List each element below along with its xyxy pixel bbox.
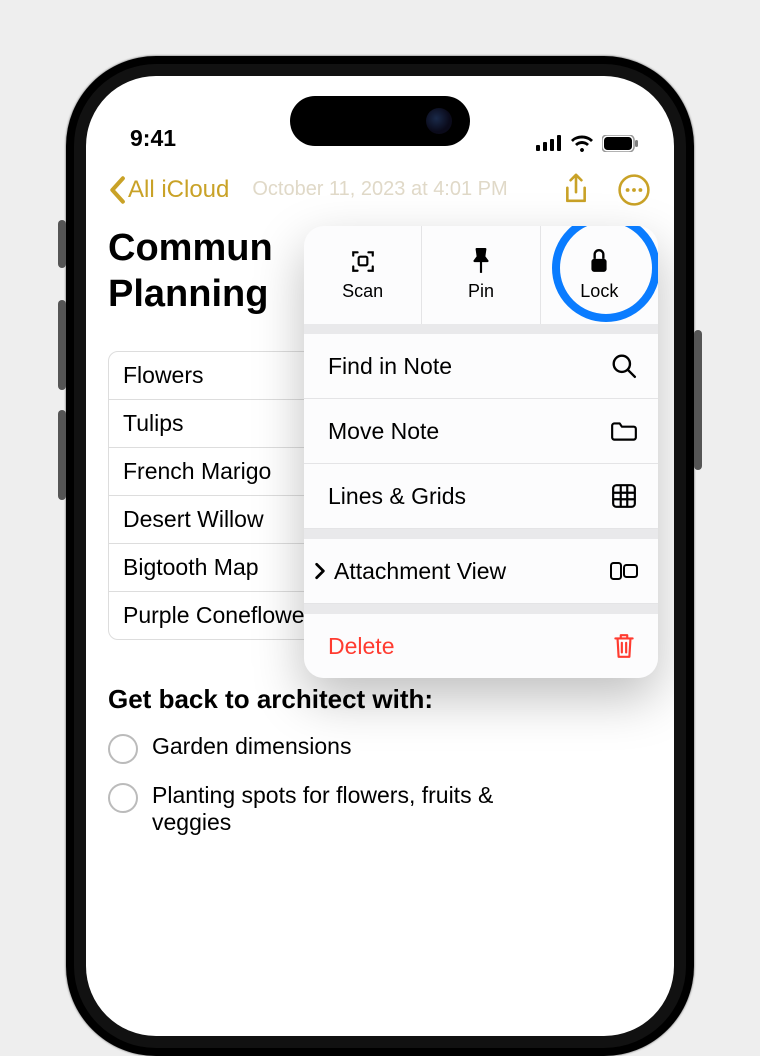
menu-delete[interactable]: Delete <box>304 614 658 678</box>
folder-icon <box>610 417 638 445</box>
back-label: All iCloud <box>128 176 229 204</box>
back-button[interactable]: All iCloud <box>108 176 229 204</box>
iphone-frame: 9:41 <box>66 56 694 1056</box>
menu-lines-grids[interactable]: Lines & Grids <box>304 464 658 529</box>
menu-scan-label: Scan <box>342 281 383 302</box>
menu-label: Move Note <box>328 418 439 445</box>
more-menu: Scan Pin Lock <box>304 226 658 678</box>
menu-label: Attachment View <box>334 558 506 585</box>
menu-attachment-view[interactable]: Attachment View <box>304 539 658 604</box>
checklist-item[interactable]: Planting spots for flowers, fruits & veg… <box>108 782 652 836</box>
trash-icon <box>610 632 638 660</box>
menu-pin-label: Pin <box>468 281 494 302</box>
menu-lock-button[interactable]: Lock <box>541 226 658 324</box>
menu-scan-button[interactable]: Scan <box>304 226 422 324</box>
menu-lock-label: Lock <box>580 281 618 302</box>
menu-move-note[interactable]: Move Note <box>304 399 658 464</box>
share-button[interactable] <box>558 172 594 208</box>
checklist-label: Planting spots for flowers, fruits & veg… <box>152 782 572 836</box>
scan-icon <box>350 248 376 274</box>
menu-label: Lines & Grids <box>328 483 466 510</box>
status-time: 9:41 <box>130 125 176 152</box>
cellular-icon <box>536 135 562 151</box>
search-icon <box>610 352 638 380</box>
screen: 9:41 <box>86 76 674 1036</box>
menu-label: Delete <box>328 633 394 660</box>
menu-label: Find in Note <box>328 353 452 380</box>
more-button[interactable] <box>616 172 652 208</box>
note-subheading[interactable]: Get back to architect with: <box>108 684 652 715</box>
checklist-label: Garden dimensions <box>152 733 351 760</box>
note-timestamp: October 11, 2023 at 4:01 PM <box>252 178 507 201</box>
ellipsis-circle-icon <box>618 174 650 206</box>
pin-icon <box>468 248 494 274</box>
checklist-item[interactable]: Garden dimensions <box>108 733 652 764</box>
dynamic-island <box>290 96 470 146</box>
battery-icon <box>602 135 638 152</box>
checkbox-empty-icon[interactable] <box>108 783 138 813</box>
checkbox-empty-icon[interactable] <box>108 734 138 764</box>
attachment-view-icon <box>610 557 638 585</box>
grid-icon <box>610 482 638 510</box>
chevron-right-icon <box>314 562 326 580</box>
share-icon <box>563 173 589 207</box>
wifi-icon <box>570 134 594 152</box>
menu-find-in-note[interactable]: Find in Note <box>304 334 658 399</box>
menu-pin-button[interactable]: Pin <box>422 226 540 324</box>
lock-icon <box>586 248 612 274</box>
chevron-left-icon <box>108 176 126 204</box>
